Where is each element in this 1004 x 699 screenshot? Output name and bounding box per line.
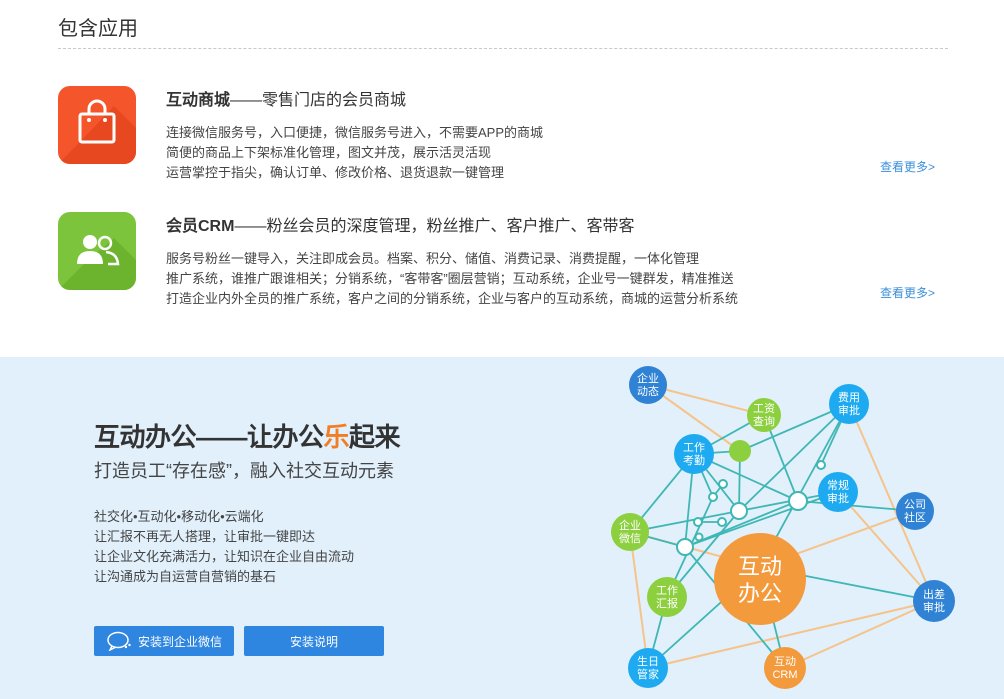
- app-name: 互动商城: [166, 92, 231, 109]
- app-name: 会员CRM: [166, 218, 235, 235]
- node-label: 费用: [838, 391, 860, 404]
- node-report: 工作 汇报: [647, 577, 687, 617]
- node-label: 审批: [838, 403, 860, 417]
- node-label: 工作: [683, 441, 705, 454]
- section-divider: [58, 48, 948, 49]
- node-center: 互动 办公: [714, 533, 806, 625]
- office-feature-line: 让汇报不再无人搭理，让审批一键即达: [94, 529, 316, 544]
- wechat-bubble-icon: [107, 631, 131, 651]
- node-label: 动态: [637, 385, 659, 398]
- node-label: 工作: [656, 584, 678, 597]
- node-trip: 出差 审批: [913, 580, 955, 622]
- app-item-crm: 会员CRM——粉丝会员的深度管理，粉丝推广、客户推广、客带客 服务号粉丝一键导入…: [58, 212, 948, 312]
- node-label: 企业: [637, 371, 659, 385]
- node-label: 查询: [753, 414, 775, 428]
- shopping-bag-icon: [58, 86, 136, 164]
- view-more-link-crm[interactable]: 查看更多>: [880, 284, 935, 301]
- node-label: 出差: [923, 587, 945, 601]
- app-title-mall: 互动商城——零售门店的会员商城: [166, 86, 406, 110]
- node-label: 工资: [753, 402, 775, 415]
- office-title-pre: 互动办公——让办公: [94, 422, 324, 452]
- node-birthday: 生日 管家: [628, 648, 668, 688]
- section-title: 包含应用: [58, 18, 138, 40]
- app-desc-line: 运营掌控于指尖，确认订单、修改价格、退货退款一键管理: [166, 165, 505, 180]
- app-title-crm: 会员CRM——粉丝会员的深度管理，粉丝推广、客户推广、客带客: [166, 212, 634, 236]
- install-guide-button[interactable]: 安装说明: [244, 626, 384, 656]
- app-desc-line: 打造企业内外全员的推广系统，客户之间的分销系统，企业与客户的互动系统，商城的运营…: [166, 291, 739, 306]
- install-wechat-button[interactable]: 安装到企业微信: [94, 626, 234, 656]
- office-subtitle: 打造员工“存在感”，融入社交互动元素: [94, 461, 394, 481]
- network-links-teal: [629, 403, 935, 669]
- office-title-post: 起来: [349, 422, 401, 452]
- node-label: 常规: [827, 478, 849, 492]
- app-icon-mall[interactable]: [58, 86, 136, 164]
- office-feature-line: 让企业文化充满活力，让知识在企业自由流动: [94, 549, 355, 564]
- node-news: 企业 动态: [629, 366, 667, 404]
- node-label: 互动: [774, 655, 796, 668]
- members-icon: [58, 212, 136, 290]
- office-title-highlight: 乐: [323, 422, 350, 452]
- node-label: 审批: [923, 600, 945, 614]
- node-label: CRM: [772, 669, 797, 681]
- node-label: 企业: [619, 518, 641, 532]
- node-label: 审批: [827, 491, 849, 505]
- center-label: 互动: [738, 554, 782, 579]
- app-tagline: ——粉丝会员的深度管理，粉丝推广、客户推广、客带客: [234, 218, 635, 235]
- app-description-mall: 连接微信服务号，入口便捷，微信服务号进入，不需要APP的商城 简便的商品上下架标…: [166, 123, 543, 183]
- view-more-link-mall[interactable]: 查看更多>: [880, 158, 935, 175]
- node-label: 生日: [637, 654, 659, 668]
- node-label: 考勤: [683, 454, 705, 467]
- node-community: 公司 社区: [896, 492, 934, 530]
- app-icon-crm[interactable]: [58, 212, 136, 290]
- node-routine: 常规 审批: [818, 472, 858, 512]
- office-feature-line: 让沟通成为自运营自营销的基石: [94, 569, 277, 584]
- app-tagline: ——零售门店的会员商城: [230, 92, 407, 109]
- office-network-diagram: 企业 动态 工资 查询 费用 审批 工作 考勤 常规 审批 公司 社区 企业 微…: [611, 366, 955, 689]
- office-section: 互动办公——让办公乐起来 打造员工“存在感”，融入社交互动元素 社交化•互动化•…: [0, 357, 1004, 699]
- app-desc-line: 服务号粉丝一键导入，关注即成会员。档案、积分、储值、消费记录、消费提醒，一体化管…: [166, 251, 700, 266]
- node-label: 公司: [904, 499, 926, 511]
- node-salary: 工资 查询: [747, 398, 781, 432]
- app-desc-line: 推广系统，谁推广跟谁相关；分销系统，“客带客”圈层营销；互动系统，企业号一键群发…: [166, 271, 734, 286]
- app-item-mall: 互动商城——零售门店的会员商城 连接微信服务号，入口便捷，微信服务号进入，不需要…: [58, 86, 948, 186]
- install-wechat-label: 安装到企业微信: [137, 634, 222, 649]
- center-label: 办公: [738, 581, 782, 606]
- node-label: 汇报: [656, 596, 678, 610]
- install-guide-label: 安装说明: [289, 634, 338, 649]
- node-label: 管家: [637, 667, 659, 681]
- node-expense: 费用 审批: [829, 384, 869, 424]
- node-attendance: 工作 考勤: [674, 434, 714, 474]
- green-junction: [729, 440, 751, 462]
- node-crm: 互动 CRM: [764, 647, 806, 689]
- node-label: 社区: [904, 510, 926, 524]
- app-desc-line: 简便的商品上下架标准化管理，图文并茂，展示活灵活现: [166, 145, 492, 160]
- office-features: 社交化•互动化•移动化•云端化 让汇报不再无人搭理，让审批一键即达 让企业文化充…: [94, 507, 354, 587]
- node-label: 微信: [619, 531, 641, 545]
- app-description-crm: 服务号粉丝一键导入，关注即成会员。档案、积分、储值、消费记录、消费提醒，一体化管…: [166, 249, 738, 309]
- office-feature-line: 社交化•互动化•移动化•云端化: [94, 509, 264, 524]
- office-title: 互动办公——让办公乐起来: [94, 417, 401, 454]
- node-wechat: 企业 微信: [611, 513, 649, 551]
- app-desc-line: 连接微信服务号，入口便捷，微信服务号进入，不需要APP的商城: [166, 125, 544, 140]
